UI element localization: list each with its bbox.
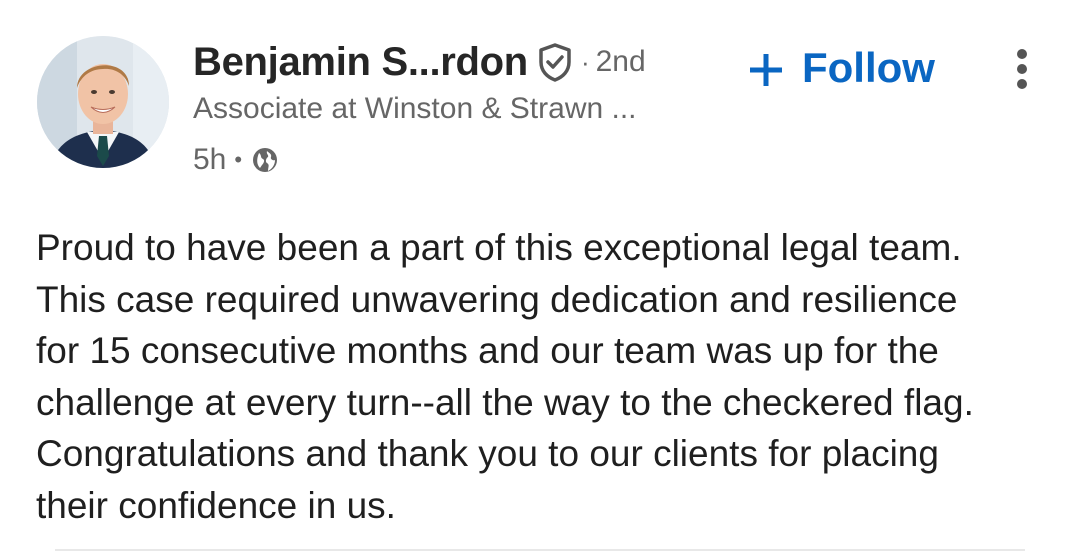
meta-separator: •: [234, 147, 243, 172]
plus-icon: [748, 50, 784, 86]
author-avatar[interactable]: [37, 36, 169, 168]
avatar-photo-icon: [37, 36, 169, 168]
post-body-line: for 15 consecutive months and our team w…: [36, 330, 939, 371]
post-body-line: their confidence in us.: [36, 484, 396, 526]
more-options-button[interactable]: [1000, 42, 1044, 96]
shield-check-icon: [537, 42, 573, 82]
post-timestamp: 5h: [193, 143, 227, 176]
connection-degree: 2nd: [595, 45, 646, 78]
post-body-line: This case required unwavering dedication…: [36, 278, 958, 320]
post-body: Proud to have been a part of this except…: [36, 222, 1046, 531]
follow-button[interactable]: Follow: [744, 38, 939, 98]
vertical-ellipsis-icon: [1017, 49, 1027, 89]
post-meta: 5h •: [193, 140, 280, 180]
author-name-row: Benjamin S...rdon · 2nd: [193, 38, 646, 86]
post-body-line: Proud to have been a part of this except…: [36, 227, 962, 268]
degree-separator: ·: [580, 46, 590, 77]
follow-label: Follow: [802, 44, 935, 91]
feed-post: Benjamin S...rdon · 2nd Associate at Win…: [0, 0, 1080, 551]
post-body-line: challenge at every turn--all the way to …: [36, 381, 974, 423]
post-body-line: Congratulations and thank you to our cli…: [36, 433, 939, 474]
author-name[interactable]: Benjamin S...rdon: [193, 40, 528, 85]
globe-icon: [250, 145, 280, 175]
author-headline: Associate at Winston & Strawn ...: [193, 92, 637, 125]
